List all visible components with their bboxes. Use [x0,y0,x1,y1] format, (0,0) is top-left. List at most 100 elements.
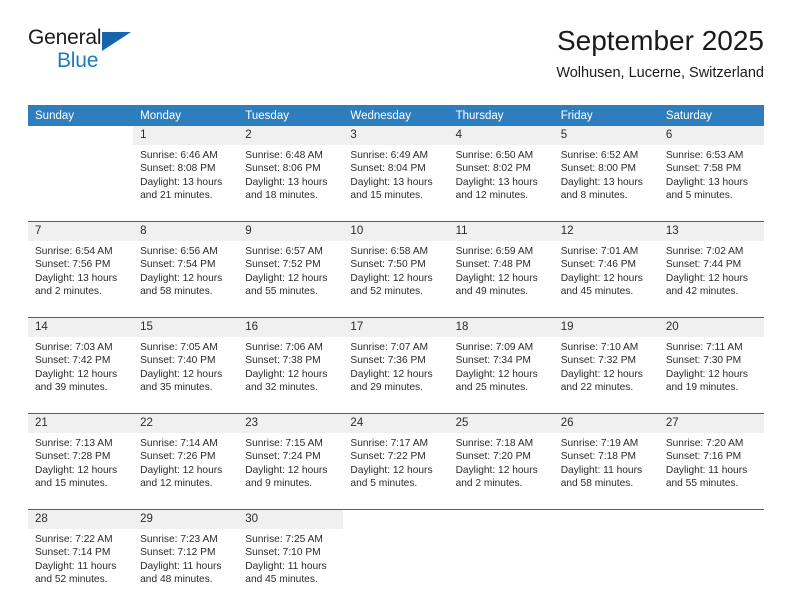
day-cell[interactable]: Sunrise: 7:22 AM Sunset: 7:14 PM Daylight:… [28,529,134,605]
empty-day-cell [343,529,449,605]
day-cell[interactable]: Sunrise: 7:10 AM Sunset: 7:32 PM Daylight:… [553,337,659,414]
day-cell[interactable]: Sunrise: 7:11 AM Sunset: 7:30 PM Daylight:… [658,337,764,414]
day-cell[interactable]: Sunrise: 7:01 AM Sunset: 7:46 PM Daylight:… [553,241,659,318]
day-cell[interactable]: Sunrise: 7:09 AM Sunset: 7:34 PM Daylight:… [448,337,554,414]
day-cell[interactable]: Sunrise: 6:48 AM Sunset: 8:06 PM Daylight:… [238,145,344,222]
day-cell[interactable]: Sunrise: 6:58 AM Sunset: 7:50 PM Daylight:… [343,241,449,318]
day-cell[interactable]: Sunrise: 7:02 AM Sunset: 7:44 PM Daylight:… [658,241,764,318]
day-info-line: Sunrise: 7:23 AM [140,534,218,545]
day-info-line: Daylight: 12 hours [35,464,118,476]
day-number[interactable]: 29 [133,509,239,529]
day-info-line: Sunrise: 7:20 AM [665,438,744,449]
day-number[interactable]: 6 [658,126,764,145]
day-number[interactable]: 16 [238,317,344,337]
day-number[interactable]: 26 [553,413,659,433]
location-subtitle: Wolhusen, Lucerne, Switzerland [556,65,764,81]
day-number[interactable]: 12 [553,221,659,241]
triangle-icon [102,32,131,51]
day-info-line: Sunset: 7:12 PM [140,547,216,559]
day-number[interactable]: 9 [238,221,344,241]
day-info-line: Sunrise: 7:05 AM [140,342,218,353]
day-info-line: Sunrise: 7:06 AM [245,342,323,353]
day-number[interactable]: 24 [343,413,449,433]
day-number[interactable]: 15 [133,317,239,337]
day-number[interactable]: 11 [448,221,554,241]
day-cell[interactable]: Sunrise: 6:59 AM Sunset: 7:48 PM Daylight:… [448,241,554,318]
day-info-line: and 55 minutes. [665,477,739,489]
empty-day-number [553,509,659,529]
day-info-line: Daylight: 13 hours [245,176,328,188]
day-info-line: and 29 minutes. [350,381,423,393]
day-cell[interactable]: Sunrise: 7:23 AM Sunset: 7:12 PM Daylight:… [133,529,239,605]
day-number[interactable]: 5 [553,126,659,145]
day-number[interactable]: 7 [28,221,134,241]
day-info-line: Sunset: 7:38 PM [245,355,321,367]
day-cell[interactable]: Sunrise: 7:25 AM Sunset: 7:10 PM Daylight:… [238,529,344,605]
day-info-line: Sunrise: 7:10 AM [560,342,639,353]
day-number[interactable]: 10 [343,221,449,241]
day-cell[interactable]: Sunrise: 6:49 AM Sunset: 8:04 PM Daylight:… [343,145,449,222]
day-info-line: Daylight: 12 hours [140,464,223,476]
day-number[interactable]: 3 [343,126,449,145]
day-number[interactable]: 8 [133,221,239,241]
day-number[interactable]: 23 [238,413,344,433]
day-info-line: Daylight: 13 hours [665,176,748,188]
day-cell[interactable]: Sunrise: 6:57 AM Sunset: 7:52 PM Daylight:… [238,241,344,318]
brand-name-general: General [28,26,102,49]
day-cell[interactable]: Sunrise: 7:15 AM Sunset: 7:24 PM Daylight:… [238,433,344,510]
week-detail-row: Sunrise: 7:22 AM Sunset: 7:14 PM Daylight:… [28,529,764,605]
week-detail-row: Sunrise: 6:54 AM Sunset: 7:56 PM Daylight:… [28,241,764,318]
day-number[interactable]: 2 [238,126,344,145]
day-info-line: and 9 minutes. [245,477,313,489]
day-cell[interactable]: Sunrise: 7:20 AM Sunset: 7:16 PM Daylight:… [658,433,764,510]
day-number[interactable]: 20 [658,317,764,337]
day-info-line: and 58 minutes. [560,477,634,489]
day-info-line: and 52 minutes. [350,285,423,297]
day-cell[interactable]: Sunrise: 6:52 AM Sunset: 8:00 PM Daylight:… [553,145,659,222]
day-number[interactable]: 18 [448,317,554,337]
day-info-line: Daylight: 12 hours [560,368,643,380]
day-number[interactable]: 1 [133,126,239,145]
day-cell[interactable]: Sunrise: 7:06 AM Sunset: 7:38 PM Daylight:… [238,337,344,414]
day-number[interactable]: 27 [658,413,764,433]
day-cell[interactable]: Sunrise: 7:17 AM Sunset: 7:22 PM Daylight:… [343,433,449,510]
day-info-line: Sunrise: 7:18 AM [455,438,534,449]
day-info-line: Sunrise: 6:54 AM [35,246,113,257]
day-cell[interactable]: Sunrise: 7:13 AM Sunset: 7:28 PM Daylight:… [28,433,134,510]
day-info-line: Sunrise: 7:25 AM [245,534,323,545]
day-info-line: Sunset: 7:26 PM [140,451,216,463]
day-number[interactable]: 4 [448,126,554,145]
day-cell[interactable]: Sunrise: 7:19 AM Sunset: 7:18 PM Daylight:… [553,433,659,510]
day-info-line: Sunset: 8:04 PM [350,163,426,175]
day-cell[interactable]: Sunrise: 6:54 AM Sunset: 7:56 PM Daylight:… [28,241,134,318]
day-info-line: Sunrise: 6:57 AM [245,246,323,257]
day-info-line: Sunset: 7:18 PM [560,451,637,463]
day-info-line: Daylight: 12 hours [665,272,748,284]
day-number[interactable]: 25 [448,413,554,433]
day-cell[interactable]: Sunrise: 7:14 AM Sunset: 7:26 PM Daylight:… [133,433,239,510]
day-cell[interactable]: Sunrise: 7:07 AM Sunset: 7:36 PM Daylight:… [343,337,449,414]
day-cell[interactable]: Sunrise: 7:03 AM Sunset: 7:42 PM Daylight:… [28,337,134,414]
day-cell[interactable]: Sunrise: 6:46 AM Sunset: 8:08 PM Daylight:… [133,145,239,222]
empty-day-cell [448,529,554,605]
day-info-line: Sunset: 7:22 PM [350,451,426,463]
day-info-line: Sunset: 7:20 PM [455,451,531,463]
day-number[interactable]: 28 [28,509,134,529]
day-number[interactable]: 19 [553,317,659,337]
day-number[interactable]: 17 [343,317,449,337]
day-number[interactable]: 13 [658,221,764,241]
day-number[interactable]: 14 [28,317,134,337]
calendar-grid: Sunday Monday Tuesday Wednesday Thursday Frid… [28,105,764,605]
day-info-line: and 18 minutes. [245,189,318,201]
day-info-line: and 32 minutes. [245,381,318,393]
day-info-line: and 49 minutes. [455,285,529,297]
day-number[interactable]: 21 [28,413,134,433]
day-number[interactable]: 30 [238,509,344,529]
day-cell[interactable]: Sunrise: 6:53 AM Sunset: 7:58 PM Daylight:… [658,145,764,222]
day-number[interactable]: 22 [133,413,239,433]
day-cell[interactable]: Sunrise: 6:50 AM Sunset: 8:02 PM Daylight:… [448,145,554,222]
day-cell[interactable]: Sunrise: 6:56 AM Sunset: 7:54 PM Daylight:… [133,241,239,318]
day-cell[interactable]: Sunrise: 7:05 AM Sunset: 7:40 PM Daylight:… [133,337,239,414]
day-cell[interactable]: Sunrise: 7:18 AM Sunset: 7:20 PM Daylight:… [448,433,554,510]
weekday-header-wednesday: Wednesday [343,105,449,126]
